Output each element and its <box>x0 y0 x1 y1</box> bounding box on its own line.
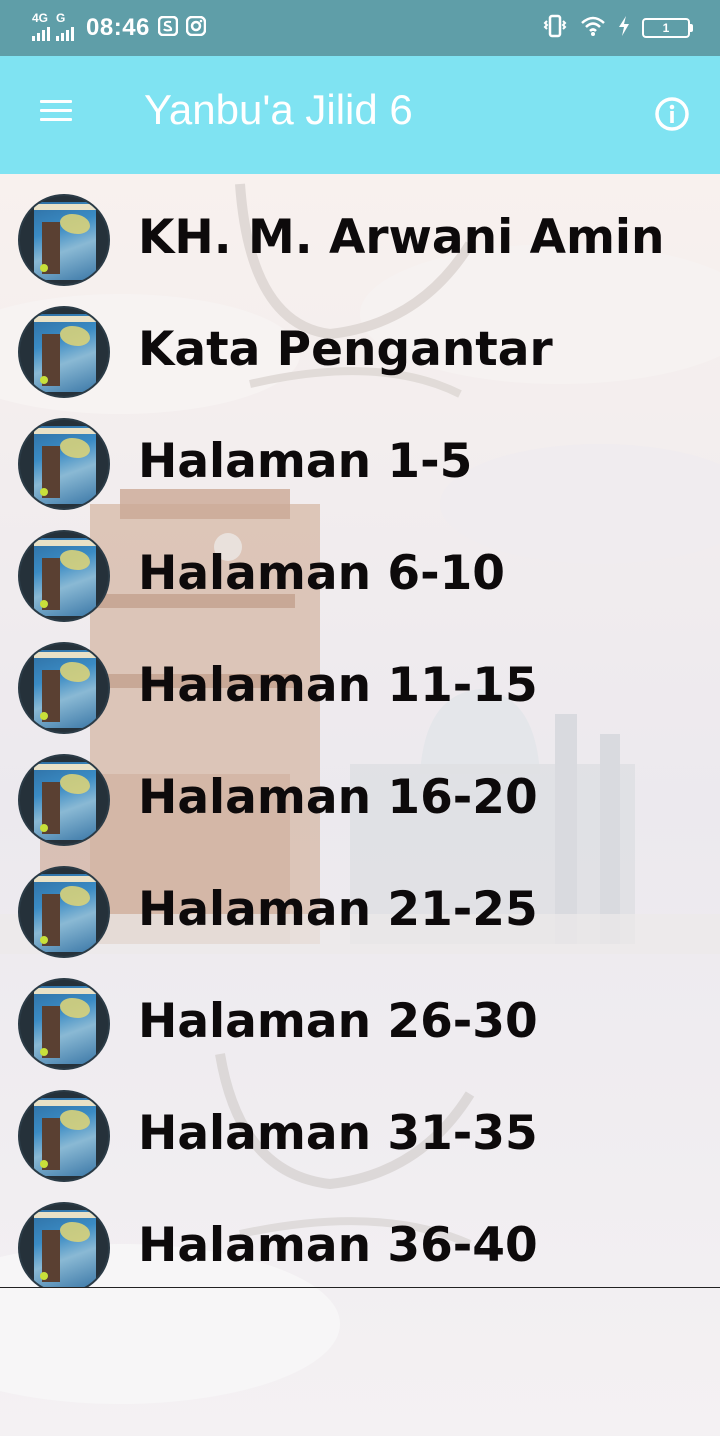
list-item-label: Halaman 36-40 <box>138 1218 538 1273</box>
list-item-label: Halaman 16-20 <box>138 770 538 825</box>
menu-button[interactable] <box>40 100 72 126</box>
instagram-icon <box>185 15 207 41</box>
hamburger-icon <box>40 100 72 121</box>
book-cover-thumbnail <box>20 1092 108 1180</box>
wifi-icon <box>580 15 606 42</box>
list-item[interactable]: KH. M. Arwani Amin <box>0 174 720 286</box>
list-item-label: Halaman 6-10 <box>138 546 506 601</box>
list-bottom-divider <box>0 1287 720 1288</box>
network-type-label: 4G <box>32 11 49 25</box>
list-item-label: Halaman 31-35 <box>138 1106 538 1161</box>
book-cover-thumbnail <box>20 196 108 284</box>
list-item-label: Kata Pengantar <box>138 322 553 377</box>
book-cover-thumbnail <box>20 308 108 396</box>
book-cover-thumbnail <box>20 532 108 620</box>
screenshot-icon <box>157 15 179 41</box>
list-item[interactable]: Halaman 11-15 <box>0 622 720 734</box>
info-icon <box>655 97 689 131</box>
clock: 08:46 <box>86 14 150 41</box>
list-item-label: KH. M. Arwani Amin <box>138 210 665 265</box>
app-title: Yanbu'a Jilid 6 <box>144 86 413 133</box>
list-item[interactable]: Kata Pengantar <box>0 286 720 398</box>
chapter-list: KH. M. Arwani Amin Kata Pengantar Halama… <box>0 174 720 1288</box>
book-cover-thumbnail <box>20 868 108 956</box>
signal-g-icon: G <box>56 11 74 41</box>
list-item[interactable]: Halaman 21-25 <box>0 846 720 958</box>
list-item[interactable]: Halaman 36-40 <box>0 1182 720 1288</box>
list-item[interactable]: Halaman 1-5 <box>0 398 720 510</box>
list-item[interactable]: Halaman 26-30 <box>0 958 720 1070</box>
status-left: 4G G 08:46 <box>32 10 207 46</box>
signal-4g-icon: 4G <box>32 11 50 41</box>
list-item-label: Halaman 21-25 <box>138 882 538 937</box>
list-item-label: Halaman 1-5 <box>138 434 473 489</box>
status-right: 1 <box>542 13 693 44</box>
list-item-label: Halaman 26-30 <box>138 994 538 1049</box>
list-item[interactable]: Halaman 31-35 <box>0 1070 720 1182</box>
network-type-label-2: G <box>56 11 66 25</box>
book-cover-thumbnail <box>20 1204 108 1288</box>
app-bar: Yanbu'a Jilid 6 <box>0 56 720 174</box>
battery-icon: 1 <box>642 18 693 38</box>
list-item[interactable]: Halaman 6-10 <box>0 510 720 622</box>
info-button[interactable] <box>654 96 690 132</box>
charging-icon <box>618 15 630 42</box>
book-cover-thumbnail <box>20 980 108 1068</box>
book-cover-thumbnail <box>20 420 108 508</box>
status-bar: 4G G 08:46 1 <box>0 0 720 56</box>
book-cover-thumbnail <box>20 756 108 844</box>
book-cover-thumbnail <box>20 644 108 732</box>
list-item-label: Halaman 11-15 <box>138 658 538 713</box>
list-item[interactable]: Halaman 16-20 <box>0 734 720 846</box>
vibrate-icon <box>542 13 568 44</box>
